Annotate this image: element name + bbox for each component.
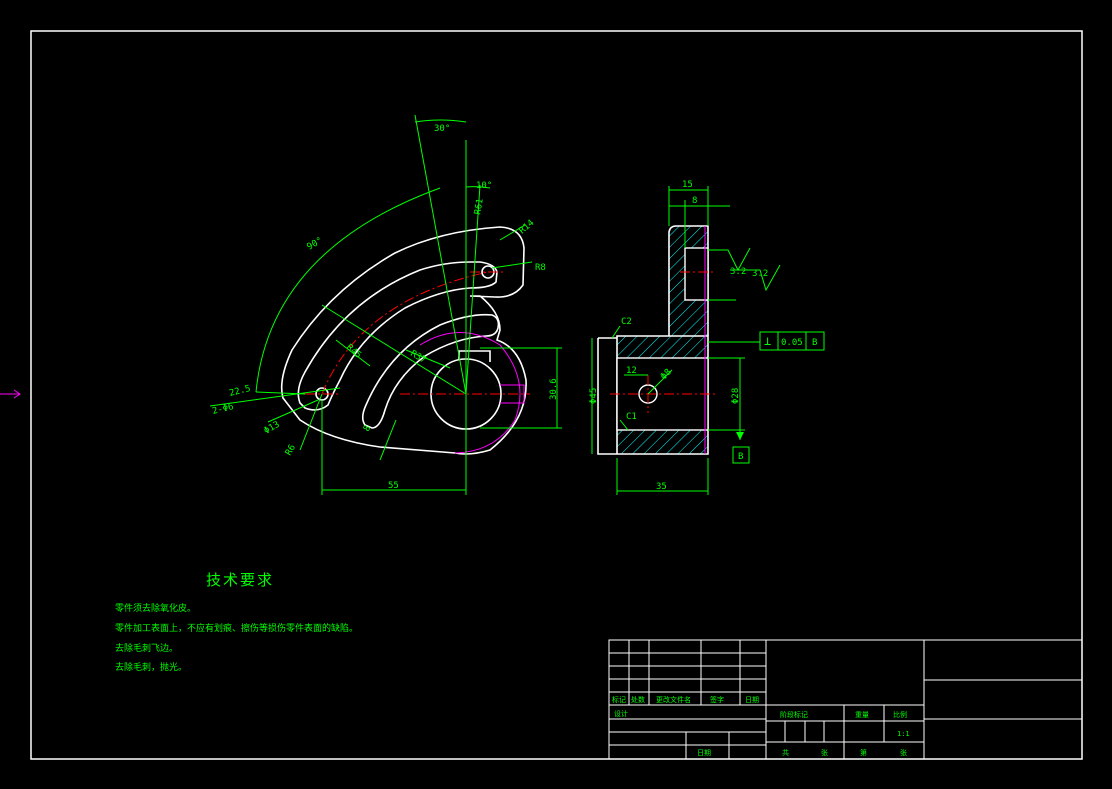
tb-sheet-total: 共 bbox=[782, 748, 789, 757]
dim-phi13: Φ13 bbox=[263, 420, 282, 437]
dim-30-6: 30.6 bbox=[549, 378, 559, 400]
tb-header-file: 更改文件名 bbox=[656, 695, 691, 704]
tb-sheet-unit: 张 bbox=[821, 748, 828, 757]
tb-scale: 比例 bbox=[893, 710, 907, 719]
dim-12: 12 bbox=[626, 366, 637, 376]
datum-b-label: B bbox=[738, 452, 743, 462]
tb-sheet-no: 第 bbox=[860, 748, 867, 757]
dim-angle-30: 30° bbox=[434, 124, 450, 134]
dim-r6: R6 bbox=[284, 443, 298, 457]
tb-sheet-unit-2: 张 bbox=[900, 748, 907, 757]
datum-triangle-icon bbox=[736, 432, 744, 440]
dim-angle-90: 90° bbox=[306, 236, 325, 253]
tb-header-mark: 标记 bbox=[612, 695, 626, 704]
side-view: 15 8 3.2 3.2 C2 C1 12 Φ8 Φ45 Φ28 35 ⊥ 0.… bbox=[589, 180, 825, 495]
dim-22-5: 22.5 bbox=[228, 384, 251, 399]
cursor-arrow-icon bbox=[0, 389, 21, 399]
dim-35: 35 bbox=[656, 482, 667, 492]
dim-c2: C2 bbox=[621, 317, 632, 327]
dim-2-phi6: 2-Φ6 bbox=[211, 402, 234, 417]
tb-header-count: 处数 bbox=[631, 695, 645, 704]
dim-r14: R14 bbox=[518, 218, 537, 236]
dim-8-side: 8 bbox=[692, 196, 697, 206]
dim-r61: R61 bbox=[473, 198, 486, 216]
front-view: 30° 10° 90° R61 R14 R8 55 30.6 2-Φ6 Φ13 … bbox=[209, 114, 562, 495]
roughness-2: 3.2 bbox=[752, 269, 768, 279]
dim-r8: R8 bbox=[535, 263, 546, 273]
tb-stage-mark: 阶段标记 bbox=[780, 710, 808, 719]
tb-weight: 重量 bbox=[855, 711, 869, 719]
dim-phi45: Φ45 bbox=[589, 388, 599, 404]
tb-header-sign: 签字 bbox=[710, 695, 724, 704]
cad-drawing: 30° 10° 90° R61 R14 R8 55 30.6 2-Φ6 Φ13 … bbox=[0, 30, 1083, 760]
tb-designer: 设计 bbox=[614, 709, 628, 718]
dim-55: 55 bbox=[388, 481, 399, 491]
perp-symbol: ⊥ bbox=[764, 334, 771, 348]
side-hub-hatch-top bbox=[617, 336, 708, 358]
dim-15: 15 bbox=[682, 180, 693, 190]
dim-c1: C1 bbox=[626, 412, 637, 422]
roughness-1: 3.2 bbox=[730, 267, 746, 277]
dim-phi28: Φ28 bbox=[731, 388, 741, 404]
front-arc-slot bbox=[297, 261, 498, 411]
dim-angle-10: 10° bbox=[476, 181, 492, 191]
perp-tolerance-value: 0.05 bbox=[781, 338, 803, 348]
front-dimension-lines bbox=[209, 114, 562, 495]
front-lower-slot bbox=[361, 313, 500, 429]
tb-scale-value: 1:1 bbox=[897, 730, 910, 738]
tb-date-label: 日期 bbox=[697, 749, 711, 757]
side-hub-hatch-bottom bbox=[617, 430, 708, 454]
perp-datum-ref: B bbox=[812, 338, 817, 348]
tb-header-date: 日期 bbox=[745, 696, 759, 704]
dim-r37: R37 bbox=[409, 349, 428, 366]
